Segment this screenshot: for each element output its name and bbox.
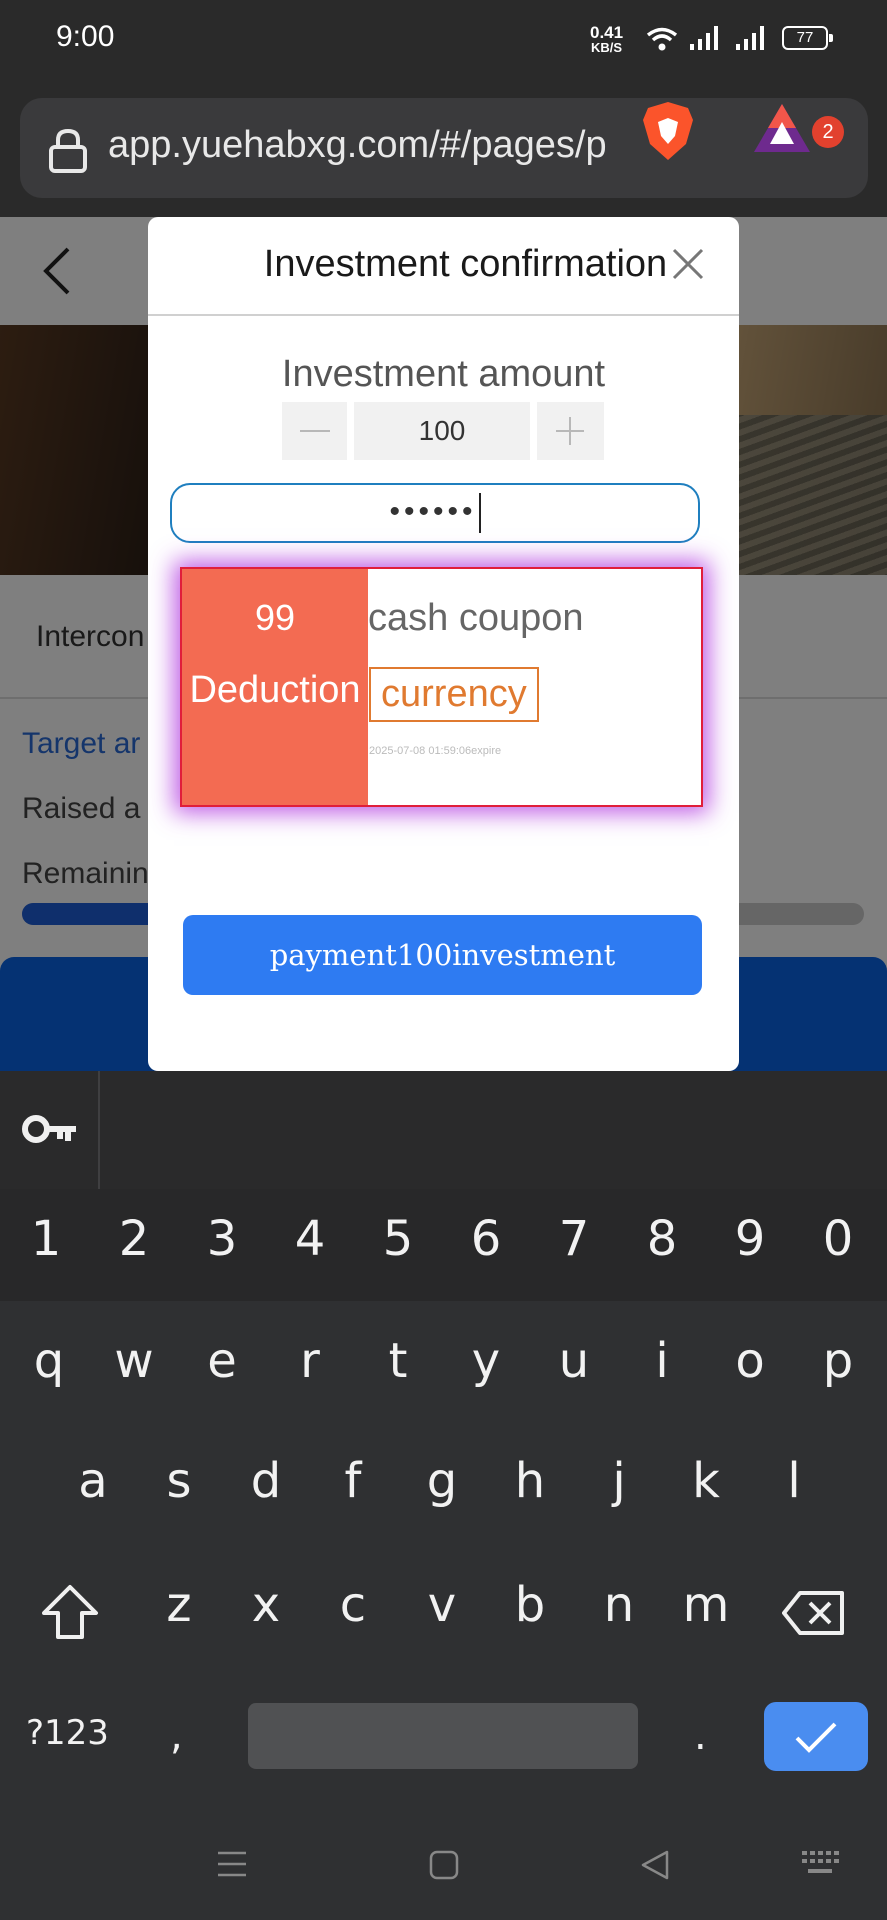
- key-9[interactable]: 9: [715, 1211, 785, 1267]
- home-icon[interactable]: [428, 1849, 460, 1881]
- network-speed-unit: KB/S: [591, 40, 623, 55]
- key-o[interactable]: o: [715, 1333, 785, 1389]
- url-text[interactable]: app.yuehabxg.com/#/pages/p: [108, 124, 653, 167]
- investment-confirmation-modal: Investment confirmation Investment amoun…: [148, 217, 739, 1071]
- address-bar[interactable]: app.yuehabxg.com/#/pages/p: [20, 98, 868, 198]
- rewards-triangle-icon[interactable]: [750, 100, 814, 156]
- key-l[interactable]: l: [759, 1453, 829, 1509]
- key-i[interactable]: i: [627, 1333, 697, 1389]
- decrement-button[interactable]: [282, 402, 347, 460]
- key-v[interactable]: v: [407, 1577, 477, 1633]
- key-k[interactable]: k: [671, 1453, 741, 1509]
- amount-input[interactable]: 100: [354, 402, 530, 460]
- signal-icon-2: [736, 26, 764, 50]
- key-e[interactable]: e: [187, 1333, 257, 1389]
- key-g[interactable]: g: [407, 1453, 477, 1509]
- password-mask: ••••••: [389, 495, 477, 528]
- key-f[interactable]: f: [318, 1453, 388, 1509]
- key-2[interactable]: 2: [99, 1211, 169, 1267]
- currency-tag: currency: [369, 667, 539, 722]
- key-q[interactable]: q: [14, 1333, 84, 1389]
- soft-keyboard: 1 2 3 4 5 6 7 8 9 0 q w e r t y u i o p …: [0, 1071, 887, 1920]
- coupon-value-panel: 99 Deduction: [182, 569, 368, 805]
- network-speed: 0.41 KB/S: [590, 24, 623, 54]
- menu-icon[interactable]: [216, 1849, 248, 1879]
- text-caret: [478, 493, 481, 534]
- key-m[interactable]: m: [671, 1577, 741, 1633]
- coupon-deduction-label: Deduction: [189, 669, 361, 711]
- password-key-icon[interactable]: [22, 1113, 78, 1145]
- key-y[interactable]: y: [451, 1333, 521, 1389]
- key-z[interactable]: z: [144, 1577, 214, 1633]
- key-r[interactable]: r: [275, 1333, 345, 1389]
- increment-button[interactable]: [537, 402, 604, 460]
- key-u[interactable]: u: [539, 1333, 609, 1389]
- done-key[interactable]: [764, 1702, 868, 1771]
- brave-shield-icon[interactable]: [640, 100, 696, 162]
- key-7[interactable]: 7: [539, 1211, 609, 1267]
- key-t[interactable]: t: [363, 1333, 433, 1389]
- status-time: 9:00: [56, 20, 115, 53]
- key-x[interactable]: x: [231, 1577, 301, 1633]
- payment-password-field[interactable]: ••••••: [170, 483, 700, 543]
- key-s[interactable]: s: [144, 1453, 214, 1509]
- back-nav-icon[interactable]: [640, 1849, 670, 1881]
- status-bar: 9:00 0.41 KB/S 77: [0, 0, 887, 80]
- rewards-badge: 2: [812, 116, 844, 148]
- modal-divider: [148, 314, 739, 316]
- key-4[interactable]: 4: [275, 1211, 345, 1267]
- key-0[interactable]: 0: [803, 1211, 873, 1267]
- checkmark-icon: [795, 1722, 837, 1753]
- investment-amount-label: Investment amount: [281, 353, 606, 395]
- coupon-expiry: 2025-07-08 01:59:06expire: [369, 745, 502, 757]
- keyboard-toolbar: [0, 1071, 887, 1189]
- key-w[interactable]: w: [99, 1333, 169, 1389]
- toolbar-separator: [98, 1071, 100, 1189]
- key-1[interactable]: 1: [11, 1211, 81, 1267]
- system-nav-bar: [0, 1833, 887, 1920]
- coupon-type: cash coupon: [368, 597, 584, 639]
- cash-coupon-card[interactable]: 99 Deduction cash coupon currency 2025-0…: [180, 567, 703, 807]
- key-h[interactable]: h: [495, 1453, 565, 1509]
- browser-toolbar: app.yuehabxg.com/#/pages/p: [0, 80, 887, 217]
- battery-icon: 77: [782, 26, 833, 50]
- network-speed-value: 0.41: [590, 23, 624, 42]
- period-key[interactable]: .: [694, 1713, 707, 1759]
- wifi-icon: [646, 27, 678, 51]
- key-a[interactable]: a: [58, 1453, 128, 1509]
- modal-title: Investment confirmation: [263, 243, 668, 285]
- key-b[interactable]: b: [495, 1577, 565, 1633]
- shift-icon[interactable]: [40, 1583, 100, 1641]
- key-j[interactable]: j: [584, 1453, 654, 1509]
- lock-icon[interactable]: [48, 128, 88, 174]
- keyboard-switch-icon[interactable]: [800, 1849, 840, 1879]
- key-8[interactable]: 8: [627, 1211, 697, 1267]
- key-n[interactable]: n: [584, 1577, 654, 1633]
- key-6[interactable]: 6: [451, 1211, 521, 1267]
- payment-button[interactable]: payment100investment: [183, 915, 702, 995]
- signal-icon-1: [690, 26, 718, 50]
- close-icon[interactable]: [671, 247, 705, 281]
- space-key[interactable]: [248, 1703, 638, 1769]
- number-row: 1 2 3 4 5 6 7 8 9 0: [0, 1189, 887, 1301]
- key-d[interactable]: d: [231, 1453, 301, 1509]
- backspace-icon[interactable]: [782, 1590, 846, 1636]
- key-5[interactable]: 5: [363, 1211, 433, 1267]
- symbols-key[interactable]: ?123: [26, 1713, 109, 1753]
- key-3[interactable]: 3: [187, 1211, 257, 1267]
- key-p[interactable]: p: [803, 1333, 873, 1389]
- coupon-amount: 99: [254, 597, 296, 638]
- key-c[interactable]: c: [318, 1577, 388, 1633]
- comma-key[interactable]: ,: [170, 1713, 183, 1759]
